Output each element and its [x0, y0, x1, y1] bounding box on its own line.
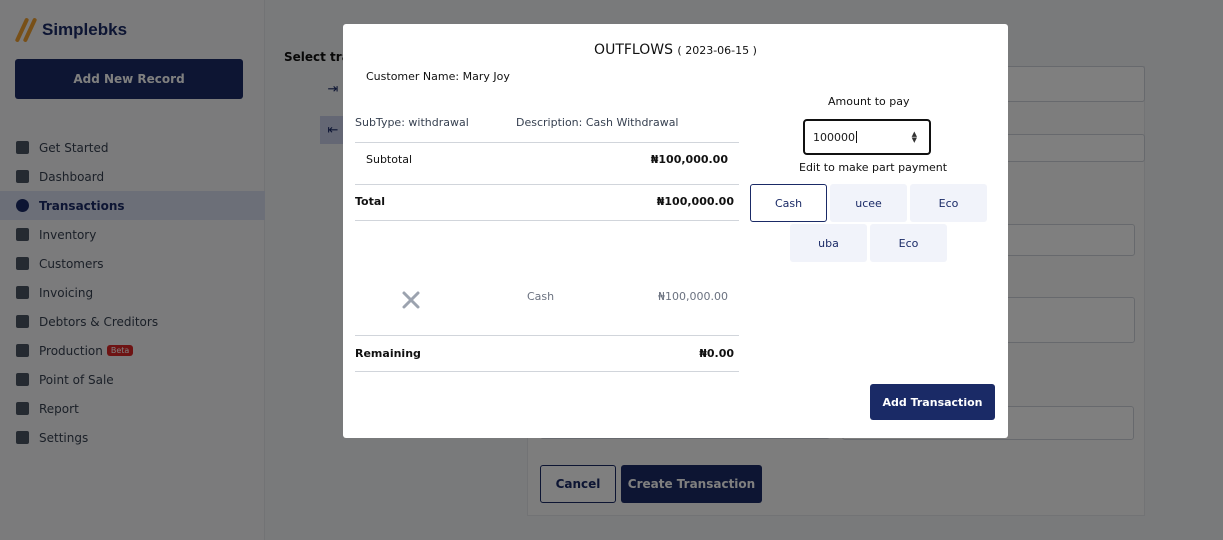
- payment-method-cash[interactable]: Cash: [750, 184, 827, 222]
- modal-date: ( 2023-06-15 ): [677, 44, 757, 57]
- total-label: Total: [355, 195, 386, 208]
- divider: [355, 371, 739, 372]
- stepper-icon[interactable]: ▲ ▼: [912, 131, 917, 144]
- payment-method-ucee[interactable]: ucee: [830, 184, 907, 222]
- divider: [355, 220, 739, 221]
- payment-method-eco-2[interactable]: Eco: [870, 224, 947, 262]
- remaining-value: ₦0.00: [699, 347, 734, 360]
- divider: [355, 142, 739, 143]
- subtotal-label: Subtotal: [366, 153, 413, 166]
- subtype-row: SubType: withdrawal Description: Cash Wi…: [355, 116, 739, 129]
- remaining-label: Remaining: [355, 347, 421, 360]
- remaining-row: Remaining ₦0.00: [355, 347, 739, 360]
- total-row: Total ₦100,000.00: [355, 195, 739, 208]
- divider: [355, 184, 739, 185]
- customer-name: Customer Name: Mary Joy: [366, 70, 510, 83]
- payment-amount: ₦100,000.00: [658, 290, 728, 303]
- subtype-text: SubType: withdrawal: [355, 116, 469, 129]
- subtotal-value: ₦100,000.00: [650, 153, 728, 166]
- amount-to-pay-input[interactable]: 100000 ▲ ▼: [803, 119, 931, 155]
- divider: [355, 335, 739, 336]
- payment-method-label: Cash: [527, 290, 555, 303]
- amount-to-pay-label: Amount to pay: [828, 95, 910, 108]
- modal-title: OUTFLOWS ( 2023-06-15 ): [594, 42, 757, 58]
- remove-payment-icon[interactable]: [401, 290, 421, 310]
- edit-hint: Edit to make part payment: [799, 161, 948, 174]
- description-text: Description: Cash Withdrawal: [516, 116, 679, 129]
- payment-method-eco[interactable]: Eco: [910, 184, 987, 222]
- total-value: ₦100,000.00: [656, 195, 734, 208]
- add-transaction-button[interactable]: Add Transaction: [870, 384, 995, 420]
- outflows-modal: OUTFLOWS ( 2023-06-15 ) Customer Name: M…: [343, 24, 1008, 438]
- payment-method-uba[interactable]: uba: [790, 224, 867, 262]
- subtotal-row: Subtotal ₦100,000.00: [355, 153, 739, 166]
